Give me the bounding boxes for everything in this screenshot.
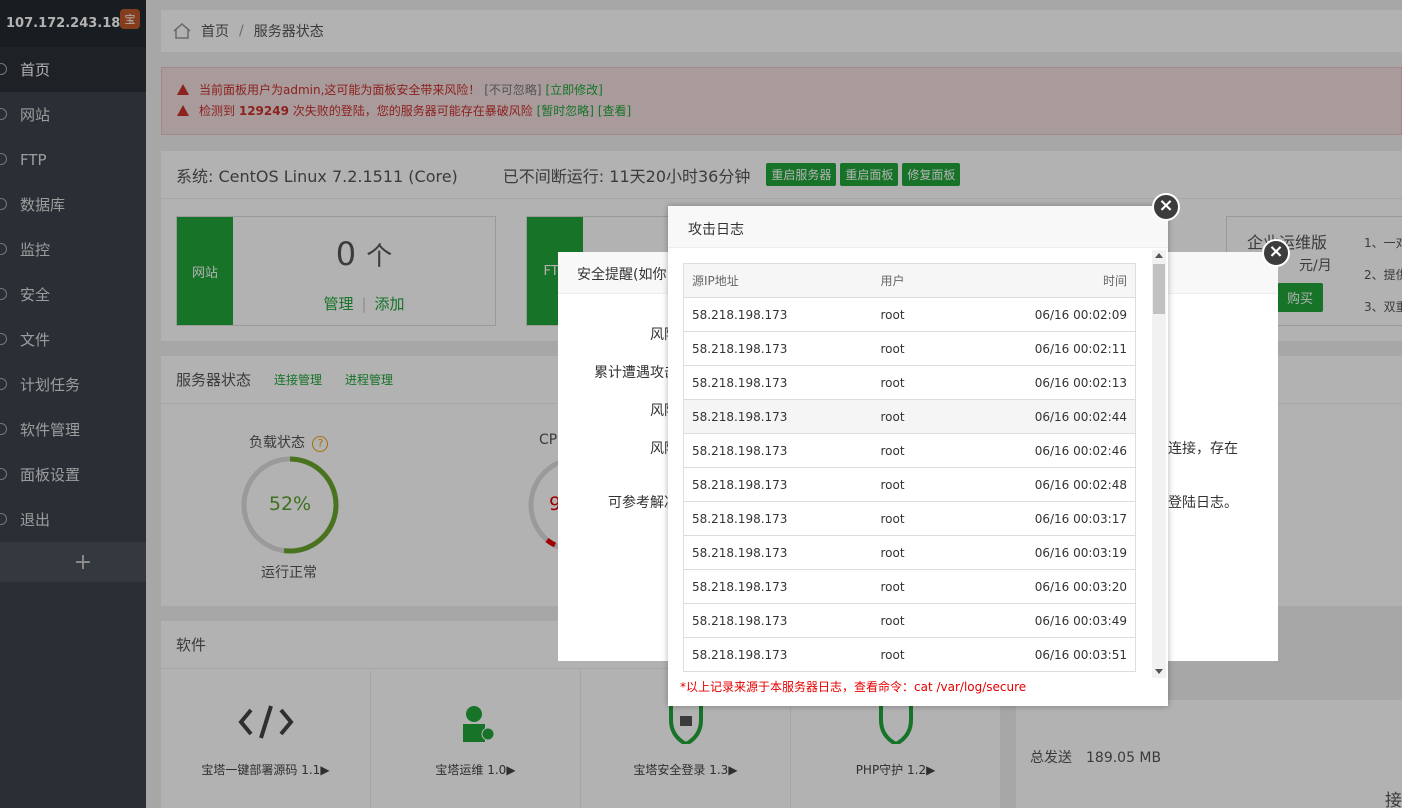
cell-ip: 58.218.198.173 xyxy=(683,331,873,366)
cell-time: 06/16 00:03:20 xyxy=(1002,569,1136,604)
table-header-row: 源IP地址 用户 时间 xyxy=(683,263,1136,298)
table-row[interactable]: 58.218.198.173 root 06/16 00:03:51 xyxy=(683,637,1136,672)
cell-time: 06/16 00:02:46 xyxy=(1002,433,1136,468)
cell-user: root xyxy=(872,467,1003,502)
table-row[interactable]: 58.218.198.173 root 06/16 00:02:44 xyxy=(683,399,1136,434)
cell-time: 06/16 00:02:11 xyxy=(1002,331,1136,366)
cell-user: root xyxy=(872,399,1003,434)
cell-user: root xyxy=(872,603,1003,638)
cell-time: 06/16 00:02:48 xyxy=(1002,467,1136,502)
attack-log-table: 源IP地址 用户 时间 58.218.198.173 root 06/16 00:0… xyxy=(683,263,1136,672)
cell-time: 06/16 00:02:13 xyxy=(1002,365,1136,400)
table-row[interactable]: 58.218.198.173 root 06/16 00:02:48 xyxy=(683,467,1136,502)
cell-user: root xyxy=(872,569,1003,604)
cell-time: 06/16 00:02:09 xyxy=(1002,297,1136,332)
cell-user: root xyxy=(872,501,1003,536)
column-header-user[interactable]: 用户 xyxy=(872,263,1003,298)
cell-time: 06/16 00:03:19 xyxy=(1002,535,1136,570)
log-source-note: *以上记录来源于本服务器日志，查看命令：cat /var/log/secure xyxy=(680,680,1027,694)
cell-time: 06/16 00:02:44 xyxy=(1002,399,1136,434)
cell-ip: 58.218.198.173 xyxy=(683,501,873,536)
table-row[interactable]: 58.218.198.173 root 06/16 00:02:11 xyxy=(683,331,1136,366)
table-row[interactable]: 58.218.198.173 root 06/16 00:03:49 xyxy=(683,603,1136,638)
attack-log-dialog: 攻击日志 源IP地址 用户 时间 58.218.198.173 root 06/16… xyxy=(668,206,1168,706)
scroll-up-icon[interactable] xyxy=(1155,253,1163,258)
cell-ip: 58.218.198.173 xyxy=(683,467,873,502)
attack-log-title: 攻击日志 xyxy=(668,206,1168,248)
security-row-tail: 登陆日志。 xyxy=(1168,495,1238,511)
table-row[interactable]: 58.218.198.173 root 06/16 00:03:17 xyxy=(683,501,1136,536)
cell-user: root xyxy=(872,637,1003,672)
cell-ip: 58.218.198.173 xyxy=(683,535,873,570)
cell-ip: 58.218.198.173 xyxy=(683,433,873,468)
cell-ip: 58.218.198.173 xyxy=(683,569,873,604)
cell-ip: 58.218.198.173 xyxy=(683,365,873,400)
attack-log-close-button[interactable]: × xyxy=(1152,193,1180,221)
scrollbar-thumb[interactable] xyxy=(1153,264,1165,314)
table-row[interactable]: 58.218.198.173 root 06/16 00:02:09 xyxy=(683,297,1136,332)
cell-ip: 58.218.198.173 xyxy=(683,637,873,672)
column-header-ip[interactable]: 源IP地址 xyxy=(683,263,873,298)
attack-log-scrollbar[interactable] xyxy=(1152,250,1166,678)
cell-ip: 58.218.198.173 xyxy=(683,399,873,434)
table-row[interactable]: 58.218.198.173 root 06/16 00:02:13 xyxy=(683,365,1136,400)
cell-user: root xyxy=(872,535,1003,570)
cell-time: 06/16 00:03:49 xyxy=(1002,603,1136,638)
cell-user: root xyxy=(872,365,1003,400)
security-dialog-close-button[interactable]: × xyxy=(1262,239,1290,267)
column-header-time[interactable]: 时间 xyxy=(1002,263,1136,298)
cell-ip: 58.218.198.173 xyxy=(683,297,873,332)
security-row: 累计遭遇攻击 xyxy=(594,365,678,381)
table-row[interactable]: 58.218.198.173 root 06/16 00:03:19 xyxy=(683,535,1136,570)
scroll-down-icon[interactable] xyxy=(1155,669,1163,674)
table-row[interactable]: 58.218.198.173 root 06/16 00:02:46 xyxy=(683,433,1136,468)
cell-user: root xyxy=(872,331,1003,366)
cell-user: root xyxy=(872,433,1003,468)
attack-log-table-wrap[interactable]: 源IP地址 用户 时间 58.218.198.173 root 06/16 00:0… xyxy=(683,263,1136,677)
table-row[interactable]: 58.218.198.173 root 06/16 00:03:20 xyxy=(683,569,1136,604)
cell-time: 06/16 00:03:17 xyxy=(1002,501,1136,536)
attack-log-rows: 58.218.198.173 root 06/16 00:02:09 58.218.1… xyxy=(683,297,1136,672)
cell-time: 06/16 00:03:51 xyxy=(1002,637,1136,672)
security-row-tail: 连接，存在 xyxy=(1168,441,1238,457)
cell-user: root xyxy=(872,297,1003,332)
cell-ip: 58.218.198.173 xyxy=(683,603,873,638)
